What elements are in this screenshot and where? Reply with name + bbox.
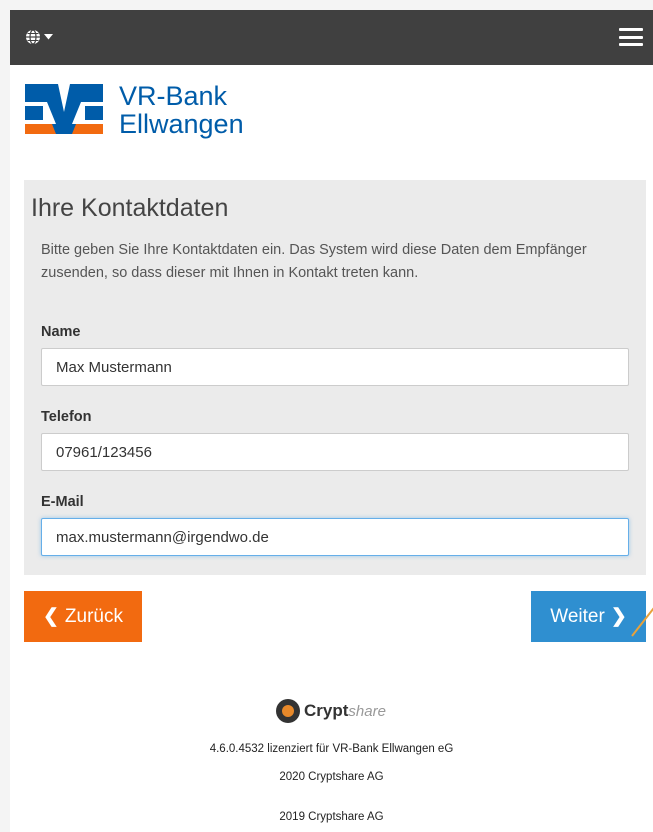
back-button[interactable]: ❮ Zurück [24, 591, 142, 642]
language-selector[interactable] [25, 26, 59, 48]
email-field[interactable] [41, 518, 629, 556]
caret-down-icon [44, 34, 53, 40]
back-button-label: Zurück [64, 605, 123, 627]
phone-field[interactable] [41, 433, 629, 471]
globe-icon [26, 29, 40, 45]
cryptshare-wordmark: Cryptshare [304, 701, 386, 720]
top-navbar [10, 10, 653, 65]
top-margin [0, 0, 653, 10]
vr-bank-logo-mark [25, 82, 103, 134]
chevron-left-icon: ❮ [43, 606, 59, 627]
cryptshare-icon [276, 699, 300, 723]
bank-logo: VR-Bank Ellwangen [25, 82, 255, 140]
contact-form-panel: Ihre Kontaktdaten Bitte geben Sie Ihre K… [24, 180, 646, 575]
copyright-2020: 2020 Cryptshare AG [279, 771, 384, 783]
bank-name-line2: Ellwangen [119, 109, 244, 139]
left-margin [0, 0, 10, 832]
name-field[interactable] [41, 348, 629, 386]
copyright-2019: 2019 Cryptshare AG [279, 811, 384, 823]
form-title: Ihre Kontaktdaten [31, 194, 229, 222]
name-label: Name [41, 324, 81, 340]
cryptshare-logo: Cryptshare [276, 698, 386, 724]
phone-label: Telefon [41, 409, 92, 425]
license-text: 4.6.0.4532 lizenziert für VR-Bank Ellwan… [209, 743, 454, 755]
page: VR-Bank Ellwangen Ihre Kontaktdaten Bitt… [10, 10, 653, 832]
bank-name-line1: VR-Bank [119, 81, 228, 111]
next-button[interactable]: Weiter ❯ [531, 591, 646, 642]
bank-name: VR-Bank Ellwangen [119, 82, 244, 138]
email-label: E-Mail [41, 494, 84, 510]
hamburger-menu-icon[interactable] [617, 25, 645, 49]
next-button-label: Weiter [550, 605, 605, 627]
chevron-right-icon: ❯ [610, 606, 627, 627]
form-description: Bitte geben Sie Ihre Kontaktdaten ein. D… [41, 242, 587, 281]
